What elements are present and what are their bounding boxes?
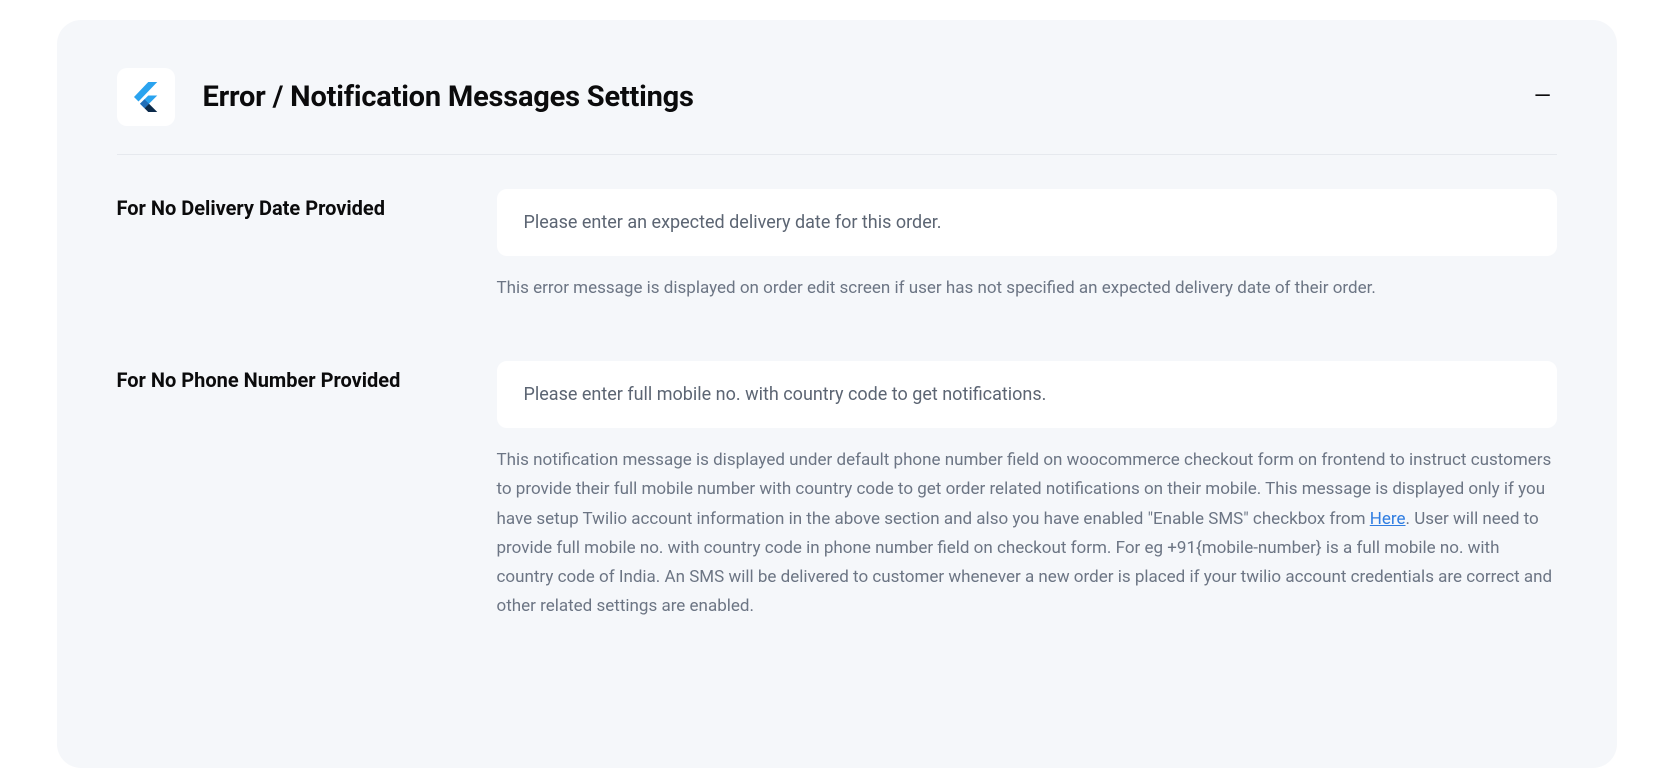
setting-label-no-phone: For No Phone Number Provided — [117, 361, 457, 395]
enable-sms-here-link[interactable]: Here — [1370, 509, 1406, 529]
settings-panel: Error / Notification Messages Settings —… — [57, 20, 1617, 768]
setting-control: This error message is displayed on order… — [497, 189, 1557, 303]
settings-body: For No Delivery Date Provided This error… — [117, 155, 1557, 622]
app-logo-icon — [117, 68, 175, 126]
minus-icon: — — [1534, 86, 1551, 108]
setting-row-no-phone: For No Phone Number Provided This notifi… — [117, 361, 1557, 621]
collapse-button[interactable]: — — [1529, 83, 1557, 111]
panel-header: Error / Notification Messages Settings — — [117, 68, 1557, 155]
no-delivery-date-input[interactable] — [497, 189, 1557, 256]
help-text-no-delivery-date: This error message is displayed on order… — [497, 274, 1557, 303]
flutter-icon — [128, 79, 164, 115]
setting-label-no-delivery-date: For No Delivery Date Provided — [117, 189, 457, 223]
no-phone-input[interactable] — [497, 361, 1557, 428]
panel-title: Error / Notification Messages Settings — [203, 80, 694, 114]
setting-control: This notification message is displayed u… — [497, 361, 1557, 621]
help-text-no-phone: This notification message is displayed u… — [497, 446, 1557, 621]
setting-row-no-delivery-date: For No Delivery Date Provided This error… — [117, 189, 1557, 303]
